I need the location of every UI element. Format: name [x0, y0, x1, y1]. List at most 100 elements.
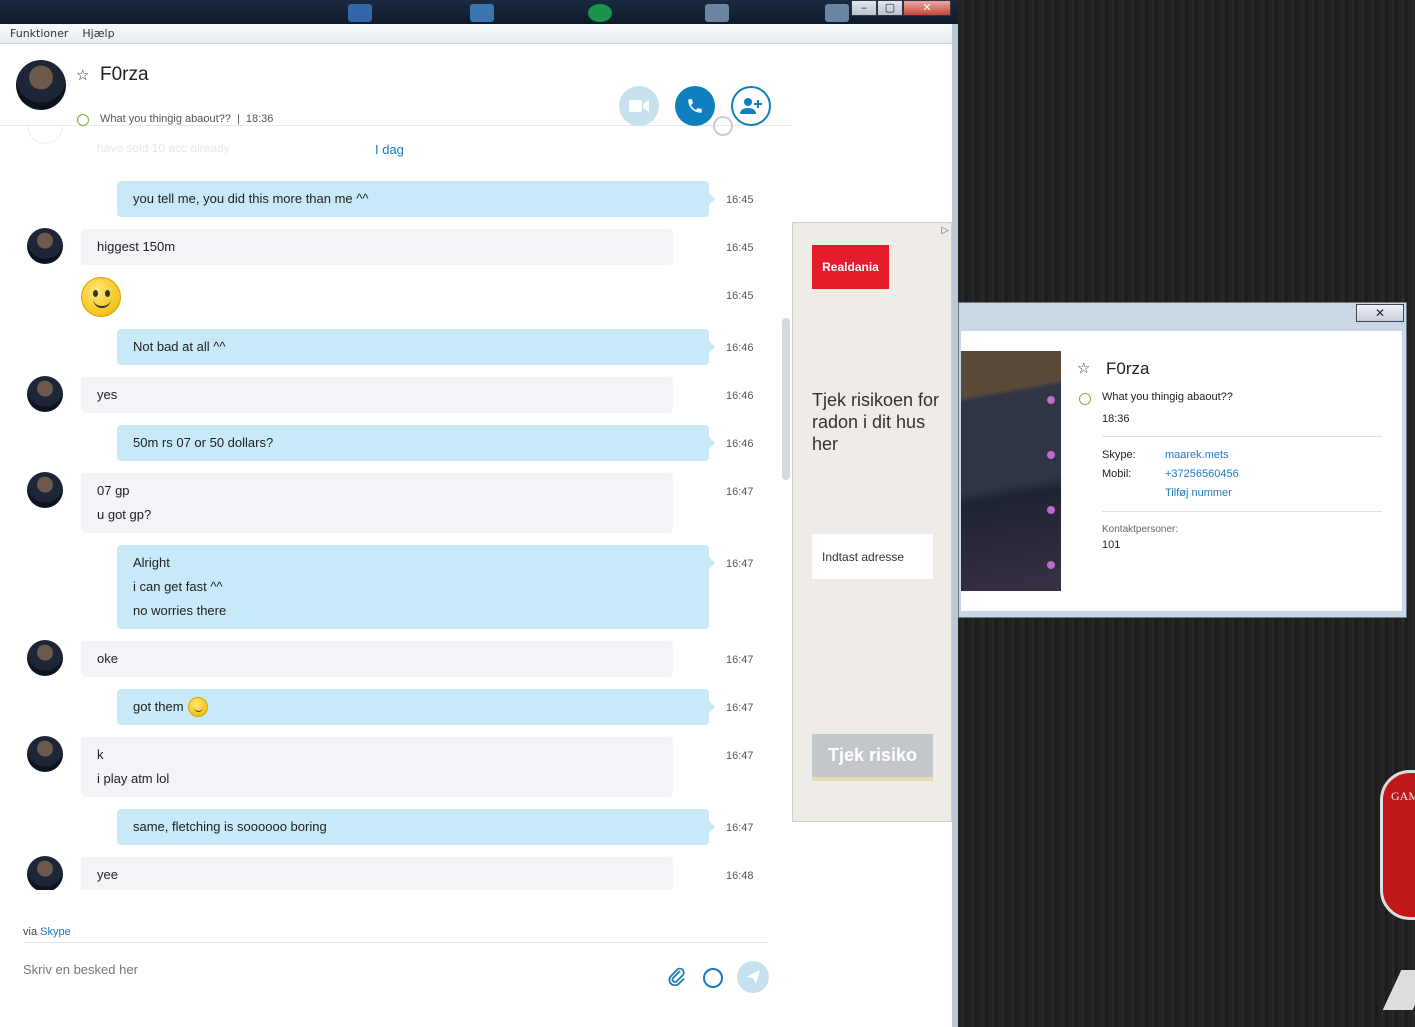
mobile-label: Mobil: [1102, 468, 1132, 480]
message-time: 16:46 [726, 390, 754, 402]
message-bubble-incoming[interactable]: yes [81, 377, 673, 413]
chat-scrollbar[interactable] [782, 318, 790, 480]
message-bubble-outgoing[interactable]: 50m rs 07 or 50 dollars? [117, 425, 715, 461]
avatar[interactable] [27, 640, 63, 676]
skype-label: Skype: [1102, 449, 1136, 461]
contacts-count: 101 [1102, 539, 1121, 551]
avatar[interactable] [27, 736, 63, 772]
chat-history[interactable]: have sold 10 acc already I dag you tell … [0, 126, 792, 890]
message-time: 16:45 [726, 242, 754, 254]
popup-close-button[interactable]: ✕ [1356, 304, 1404, 322]
message-time: 16:46 [726, 342, 754, 354]
divider [1102, 436, 1382, 437]
taskbar [0, 0, 958, 24]
via-skype-link[interactable]: Skype [40, 926, 71, 938]
faded-message: have sold 10 acc already [97, 141, 230, 155]
contact-name[interactable]: F0rza [100, 64, 149, 86]
message-time: 16:47 [726, 702, 754, 714]
minimize-button[interactable]: – [851, 0, 877, 16]
taskbar-spotify-icon[interactable] [588, 4, 612, 22]
contacts-label: Kontaktpersoner: [1102, 524, 1179, 535]
photo-light [1047, 451, 1055, 459]
video-call-button[interactable] [619, 86, 659, 126]
mobile-number[interactable]: +37256560456 [1165, 468, 1239, 480]
message-time: 16:47 [726, 486, 754, 498]
profile-photo [961, 351, 1061, 591]
star-icon[interactable]: ☆ [76, 66, 89, 84]
avatar[interactable] [27, 856, 63, 890]
message-bubble-outgoing[interactable]: Alright i can get fast ^^ no worries the… [117, 545, 715, 629]
conversation-header: ☆ F0rza What you thingig abaout?? | 18:3… [0, 44, 792, 126]
close-button[interactable]: ✕ [903, 0, 951, 16]
smile-emoticon-icon[interactable] [81, 277, 121, 317]
profile-card: ☆ F0rza What you thingig abaout?? 18:36 … [961, 331, 1402, 611]
message-bubble-outgoing[interactable]: got them [117, 689, 715, 725]
profile-mood: What you thingig abaout?? [1102, 391, 1233, 403]
avatar[interactable] [27, 228, 63, 264]
divider [1102, 511, 1382, 512]
menu-funktioner[interactable]: Funktioner [10, 27, 68, 40]
menu-hjaelp[interactable]: Hjælp [82, 27, 114, 40]
profile-time: 18:36 [1102, 413, 1130, 425]
add-number-link[interactable]: Tilføj nummer [1165, 487, 1232, 499]
contact-avatar[interactable] [16, 60, 66, 110]
message-bubble-incoming[interactable]: yee [81, 857, 673, 890]
ad-headline: Tjek risikoen for radon i dit hus her [812, 390, 940, 454]
message-bubble-incoming[interactable]: k i play atm lol [81, 737, 673, 797]
divider [23, 942, 769, 943]
menu-bar: Funktioner Hjælp [0, 24, 952, 44]
adchoices-icon[interactable]: ▷ [941, 225, 949, 236]
send-button[interactable] [737, 961, 769, 993]
avatar[interactable] [27, 376, 63, 412]
message-bubble-incoming[interactable]: oke [81, 641, 673, 677]
emoticon-picker-icon[interactable] [703, 968, 723, 988]
message-time: 16:45 [726, 194, 754, 206]
profile-popup: ✕ ☆ F0rza What you thingig abaout?? 18:3… [958, 302, 1407, 618]
add-people-button[interactable] [731, 86, 771, 126]
ad-address-input[interactable]: Indtast adresse [812, 534, 933, 579]
message-bubble-incoming[interactable]: higgest 150m [81, 229, 673, 265]
paperclip-icon[interactable] [668, 966, 686, 991]
ad-cta-button[interactable]: Tjek risiko [812, 734, 933, 781]
advertisement: ▷ Realdania Tjek risikoen for radon i di… [792, 222, 952, 822]
photo-light [1047, 506, 1055, 514]
gaming-logo: GAM [1380, 770, 1415, 920]
message-time: 16:48 [726, 870, 754, 882]
message-bubble-outgoing[interactable]: you tell me, you did this more than me ^… [117, 181, 715, 217]
wink-emoticon-icon[interactable] [187, 697, 208, 717]
message-time: 16:47 [726, 654, 754, 666]
avatar[interactable] [27, 472, 63, 508]
star-icon[interactable]: ☆ [1077, 359, 1090, 377]
photo-light [1047, 561, 1055, 569]
add-person-icon [740, 98, 762, 114]
status-online-icon [1079, 393, 1091, 405]
photo-light [1047, 396, 1055, 404]
message-time: 16:45 [726, 290, 754, 302]
voice-call-button[interactable] [675, 86, 715, 126]
message-time: 16:47 [726, 558, 754, 570]
profile-name: F0rza [1106, 359, 1150, 378]
send-icon [746, 970, 760, 984]
taskbar-app-icon[interactable] [705, 4, 729, 22]
status-online-icon [77, 114, 89, 126]
day-separator: I dag [375, 142, 404, 157]
message-time: 16:46 [726, 438, 754, 450]
message-bubble-outgoing[interactable]: same, fletching is soooooo boring [117, 809, 715, 845]
window-controls: – ▢ ✕ [851, 0, 953, 18]
ad-logo[interactable]: Realdania [812, 245, 889, 289]
taskbar-app-icon[interactable] [348, 4, 372, 22]
via-skype-label: via Skype [23, 926, 71, 938]
message-time: 16:47 [726, 822, 754, 834]
taskbar-app-icon[interactable] [825, 4, 849, 22]
avatar [27, 126, 63, 144]
skype-id[interactable]: maarek.mets [1165, 449, 1229, 461]
maximize-button[interactable]: ▢ [877, 0, 903, 16]
message-input[interactable]: Skriv en besked her [23, 962, 138, 977]
message-bubble-outgoing[interactable]: Not bad at all ^^ [117, 329, 715, 365]
phone-icon [688, 99, 702, 113]
contact-mood: What you thingig abaout?? | 18:36 [100, 113, 274, 125]
message-bubble-incoming[interactable]: 07 gp u got gp? [81, 473, 673, 533]
taskbar-app-icon[interactable] [470, 4, 494, 22]
message-time: 16:47 [726, 750, 754, 762]
video-camera-icon [629, 100, 649, 112]
